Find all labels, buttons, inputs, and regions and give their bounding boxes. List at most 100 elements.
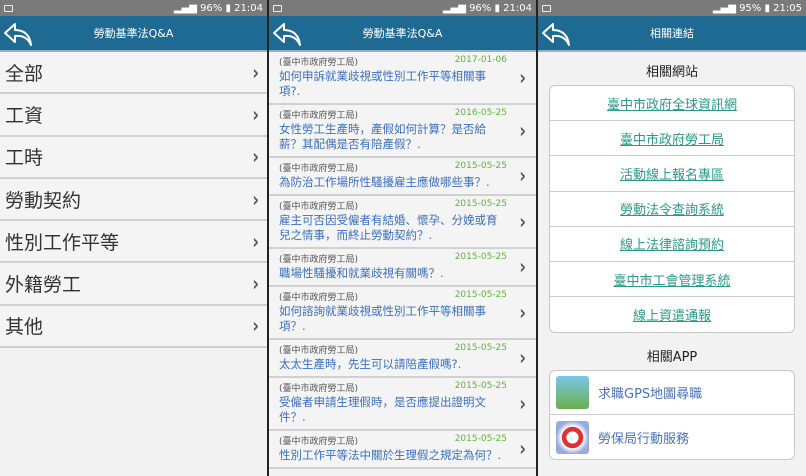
clock: 21:04 [503,2,532,14]
qa-question: 雇主可否因受僱者有結婚、懷孕、分娩或育兒之情事，而終止勞動契約？. [279,213,498,242]
app-header: 勞動基準法Q&A [0,16,267,52]
app-label: 勞保局行動服務 [598,431,690,447]
website-link[interactable]: 臺中市政府勞工局 [550,121,794,157]
chevron-right-icon: › [519,390,526,416]
category-label: 工時 [5,147,44,170]
labor-insurance-app-icon [556,420,589,454]
websites-section-title: 相關網站 [645,65,698,80]
clock: 21:05 [773,2,802,14]
category-label: 勞動契約 [5,189,82,212]
app-header: 相關連結 [538,16,806,52]
chevron-right-icon: › [519,64,526,90]
qa-item[interactable]: (臺中市政府勞工局) 2017-01-06 如何申訴就業歧視或性別工作平等相關事項?… [269,52,536,105]
qa-item[interactable]: (臺中市政府勞工局) 2016-05-25 女性勞工生產時，產假如何計算？是否給薪？… [269,105,536,158]
qa-date: 2017-01-06 [454,55,507,65]
status-bar: ▂▄▆ 96% ▮ 21:04 [269,0,536,16]
chevron-right-icon: › [252,102,259,127]
qa-source: (臺中市政府勞工局) [279,202,359,212]
chevron-right-icon: › [252,228,259,254]
qa-question: 女性勞工生產時，產假如何計算？是否給薪？其配偶是否有陪產假？. [279,122,486,151]
back-arrow-icon[interactable] [541,21,571,47]
battery-level: 96% [469,2,492,14]
screen-categories: ▂▄▆ 96% ▮ 21:04 勞動基準法Q&A 全部 › 工資 › 工時 › 勞動契約 › 性… [0,0,267,476]
qa-meta: (臺中市政府勞工局) 2015-05-25 [279,381,507,394]
gallery-notification-icon [4,4,13,12]
category-label: 性別工作平等 [5,231,120,254]
qa-item[interactable]: (臺中市政府勞工局) 2015-05-25 太太生產時，先生可以請陪產假嗎?. › [269,340,536,378]
qa-list: (臺中市政府勞工局) 2017-01-06 如何申訴就業歧視或性別工作平等相關事項?… [269,52,536,469]
qa-item[interactable]: (臺中市政府勞工局) 2015-05-25 性別工作平等法中關於生理假之規定為何？.… [269,431,536,469]
chevron-right-icon: › [252,271,259,296]
back-arrow-icon[interactable] [3,21,33,47]
qa-date: 2015-05-25 [454,343,507,353]
back-arrow-icon[interactable] [272,21,302,47]
category-item[interactable]: 工時 › [0,136,267,179]
signal-icon: ▂▄▆ [173,2,201,14]
category-item[interactable]: 性別工作平等 › [0,221,267,264]
qa-meta: (臺中市政府勞工局) 2016-05-25 [279,108,507,121]
screen-related-links: ▂▄▆ 95% ▮ 21:05 相關連結 相關網站 臺中市政府全球資訊網 臺中市政… [538,0,806,476]
qa-source: (臺中市政府勞工局) [279,384,359,394]
category-item[interactable]: 其他 › [0,305,267,349]
website-link[interactable]: 勞動法令查詢系統 [550,192,794,227]
qa-date: 2015-05-25 [454,381,507,391]
chevron-right-icon: › [519,117,526,143]
signal-icon: ▂▄▆ [442,2,470,14]
status-bar: ▂▄▆ 95% ▮ 21:05 [538,0,806,16]
qa-source: (臺中市政府勞工局) [279,437,359,447]
qa-date: 2015-05-25 [454,161,507,171]
apps-list: 求職GPS地圖尋職 勞保局行動服務 [549,370,795,461]
gallery-notification-icon [542,4,551,12]
website-link[interactable]: 活動線上報名專區 [550,156,794,192]
qa-date: 2015-05-25 [454,252,507,262]
qa-item[interactable]: (臺中市政府勞工局) 2015-05-25 雇主可否因受僱者有結婚、懷孕、分娩或育兒… [269,196,536,249]
website-link[interactable]: 線上法律諮詢預約 [550,227,794,262]
qa-meta: (臺中市政府勞工局) 2015-05-25 [279,434,507,447]
category-item[interactable]: 全部 › [0,52,267,95]
website-link[interactable]: 臺中市政府全球資訊網 [550,86,794,122]
chevron-right-icon: › [519,208,526,234]
qa-question: 職場性騷擾和就業歧視有關嗎？. [279,266,444,280]
qa-meta: (臺中市政府勞工局) 2015-05-25 [279,252,507,265]
clock: 21:04 [234,2,263,14]
qa-meta: (臺中市政府勞工局) 2015-05-25 [279,161,507,174]
qa-source: (臺中市政府勞工局) [279,164,359,174]
qa-date: 2016-05-25 [454,108,507,118]
app-item[interactable]: 勞保局行動服務 [550,415,794,459]
battery-level: 96% [200,2,223,14]
chevron-right-icon: › [252,313,259,339]
qa-item[interactable]: (臺中市政府勞工局) 2015-05-25 為防治工作場所性騷擾雇主應做哪些事？. › [269,158,536,196]
chevron-right-icon: › [519,345,526,370]
chevron-right-icon: › [252,144,259,170]
battery-level: 95% [739,2,762,14]
category-item[interactable]: 外籍勞工 › [0,263,267,306]
qa-question: 受僱者申請生理假時，是否應提出證明文件？. [279,395,486,424]
signal-icon: ▂▄▆ [712,2,740,14]
chevron-right-icon: › [519,436,526,461]
category-item[interactable]: 勞動契約 › [0,178,267,222]
qa-question: 性別工作平等法中關於生理假之規定為何？. [279,448,502,462]
qa-source: (臺中市政府勞工局) [279,293,359,303]
qa-item[interactable]: (臺中市政府勞工局) 2015-05-25 受僱者申請生理假時，是否應提出證明文件？… [269,378,536,431]
qa-item[interactable]: (臺中市政府勞工局) 2015-05-25 職場性騷擾和就業歧視有關嗎？. › [269,249,536,287]
qa-meta: (臺中市政府勞工局) 2015-05-25 [279,343,507,356]
website-link[interactable]: 線上資遣通報 [550,297,794,332]
chevron-right-icon: › [519,254,526,279]
category-item[interactable]: 工資 › [0,94,267,137]
app-label: 求職GPS地圖尋職 [598,387,703,403]
category-list: 全部 › 工資 › 工時 › 勞動契約 › 性別工作平等 › 外籍勞工 › 其他 › [0,52,267,349]
qa-item[interactable]: (臺中市政府勞工局) 2015-05-25 如何諮詢就業歧視或性別工作平等相關事項？… [269,287,536,340]
qa-source: (臺中市政府勞工局) [279,255,359,265]
job-gps-app-icon [556,376,589,410]
qa-source: (臺中市政府勞工局) [279,111,359,121]
qa-date: 2015-05-25 [454,290,507,300]
qa-source: (臺中市政府勞工局) [279,346,359,356]
category-label: 全部 [5,62,44,85]
app-item[interactable]: 求職GPS地圖尋職 [550,371,794,416]
website-link[interactable]: 臺中市工會管理系統 [550,262,794,298]
qa-question: 如何申訴就業歧視或性別工作平等相關事項?. [279,69,486,98]
qa-source: (臺中市政府勞工局) [279,58,359,68]
status-bar: ▂▄▆ 96% ▮ 21:04 [0,0,267,16]
qa-date: 2015-05-25 [454,199,507,209]
chevron-right-icon: › [519,299,526,325]
